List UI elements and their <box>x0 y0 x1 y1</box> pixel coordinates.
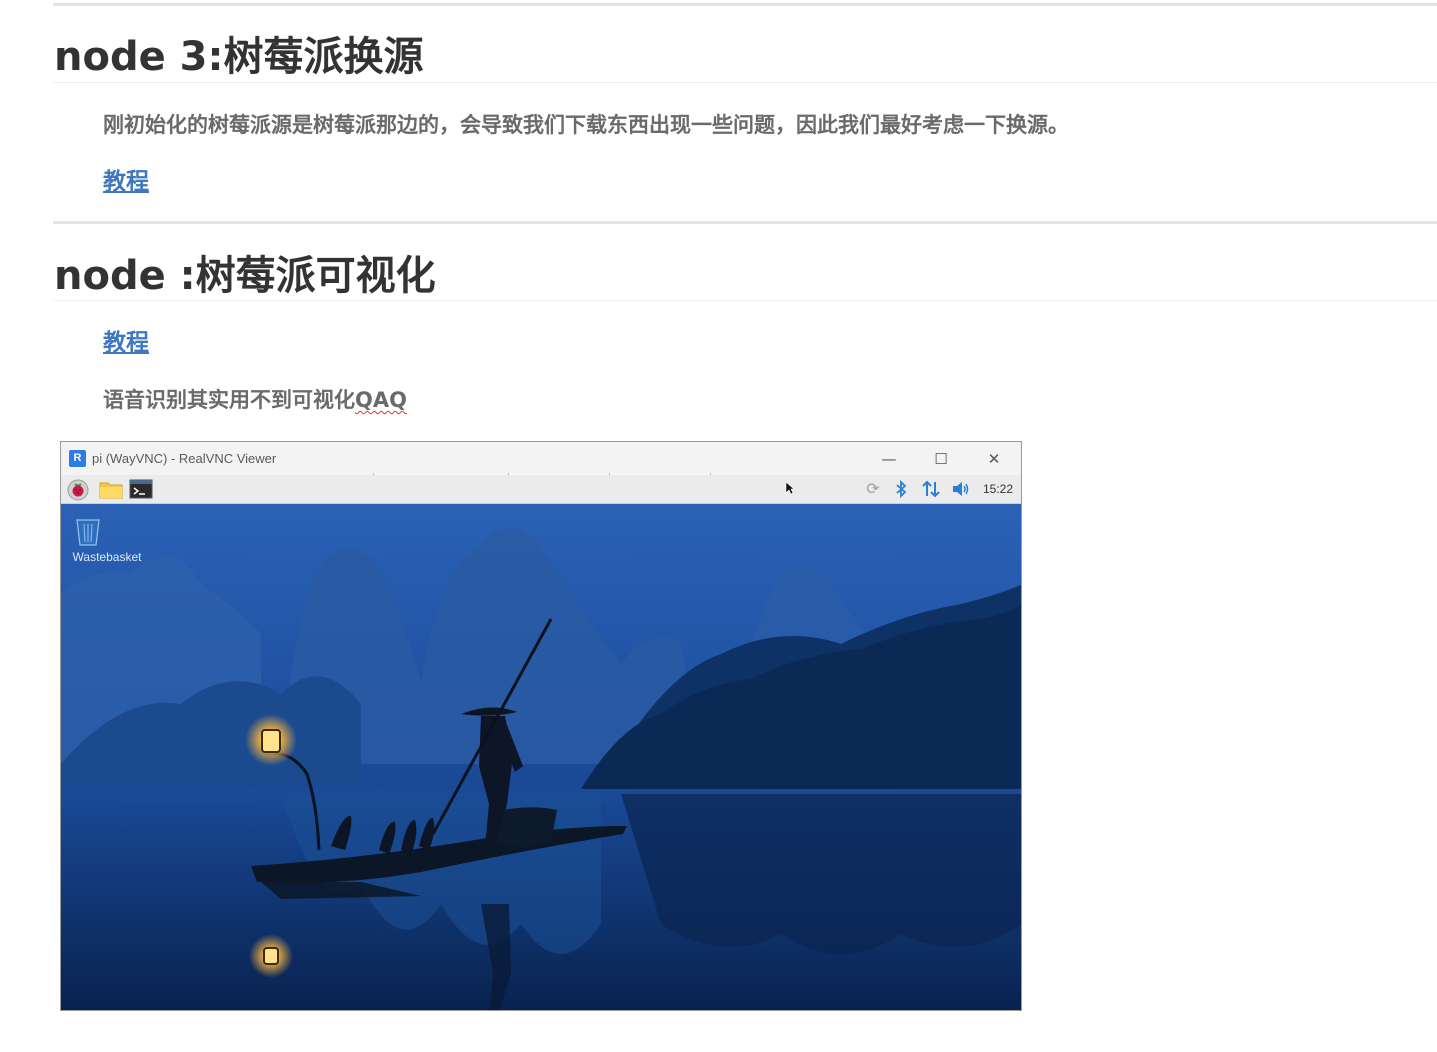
wastebasket-icon <box>76 519 100 546</box>
raspberry-menu-icon[interactable] <box>67 479 89 501</box>
vnc-viewer-screenshot: R pi (WayVNC) - RealVNC Viewer — ☐ ✕ ⟳ 1… <box>60 441 1022 1011</box>
network-icon[interactable] <box>921 479 941 499</box>
mirror-source-description: 刚初始化的树莓派源是树莓派那边的，会导致我们下载东西出现一些问题，因此我们最好考… <box>103 113 1069 137</box>
maximize-button[interactable]: ☐ <box>921 446 961 472</box>
wastebasket-label: Wastebasket <box>72 550 142 564</box>
document-page: node 3:树莓派换源 刚初始化的树莓派源是树莓派那边的，会导致我们下载东西出… <box>0 0 1437 1052</box>
desktop-wallpaper: Wastebasket <box>61 504 1021 1010</box>
section-heading-visualization: node :树莓派可视化 <box>54 253 436 299</box>
spellcheck-word-qaq: QAQ <box>355 388 407 412</box>
close-button[interactable]: ✕ <box>974 446 1014 472</box>
heading-underline <box>53 300 1437 301</box>
horizontal-rule <box>53 221 1437 224</box>
desktop-wastebasket[interactable]: Wastebasket <box>71 514 143 564</box>
mirror-source-tutorial-link[interactable]: 教程 <box>103 167 149 197</box>
taskbar-clock[interactable]: 15:22 <box>983 482 1013 496</box>
visualization-tutorial-link[interactable]: 教程 <box>103 328 149 358</box>
horizontal-rule <box>53 3 1437 6</box>
vnc-window-title: pi (WayVNC) - RealVNC Viewer <box>92 451 277 466</box>
terminal-icon[interactable] <box>129 479 153 499</box>
mouse-cursor-icon <box>785 480 795 499</box>
minimize-button[interactable]: — <box>869 446 909 472</box>
pi-taskbar: ⟳ 15:22 <box>61 475 1021 504</box>
bluetooth-icon[interactable] <box>891 479 911 499</box>
realvnc-logo-icon: R <box>69 450 86 467</box>
heading-underline <box>53 82 1437 83</box>
visualization-note-text: 语音识别其实用不到可视化 <box>103 388 355 412</box>
volume-icon[interactable] <box>951 479 971 499</box>
vnc-titlebar: R pi (WayVNC) - RealVNC Viewer — ☐ ✕ <box>61 442 1021 480</box>
update-icon[interactable]: ⟳ <box>863 479 883 499</box>
section-heading-mirror-source: node 3:树莓派换源 <box>54 34 424 80</box>
visualization-note: 语音识别其实用不到可视化QAQ <box>103 386 407 414</box>
file-manager-icon[interactable] <box>99 479 123 499</box>
